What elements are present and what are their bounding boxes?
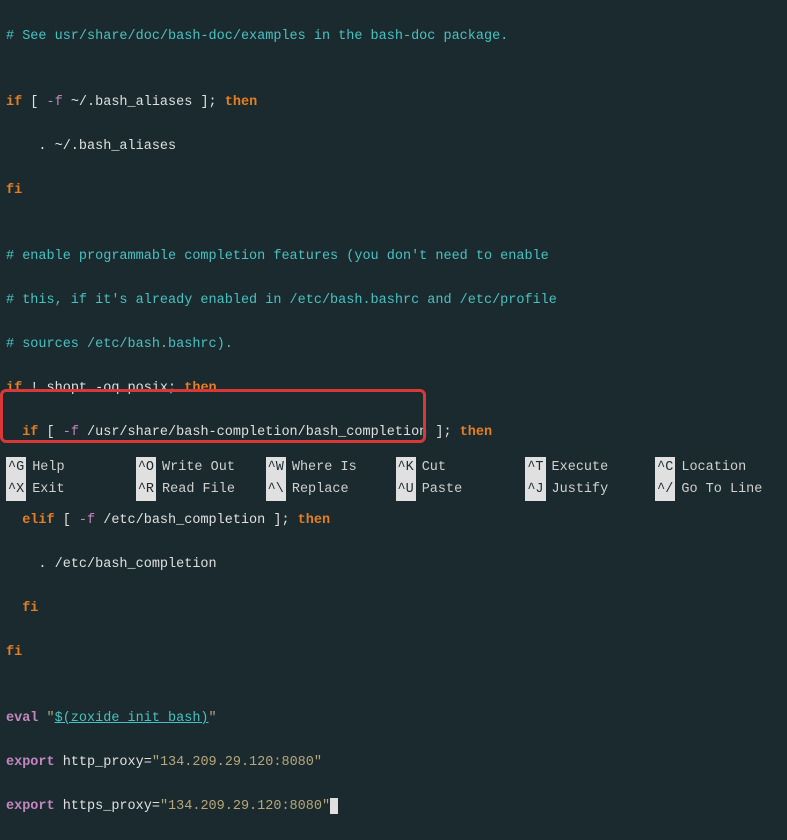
shortcut-replace[interactable]: ^\Replace [266, 479, 392, 501]
shortcut-where-is[interactable]: ^WWhere Is [266, 457, 392, 479]
shortcut-read-file[interactable]: ^RRead File [136, 479, 262, 501]
keyword-export: export [6, 755, 55, 770]
shortcut-exit[interactable]: ^XExit [6, 479, 132, 501]
code-line: # enable programmable completion feature… [6, 246, 781, 268]
keyword-if: if [6, 381, 22, 396]
keyword-then: then [184, 381, 216, 396]
code-line: . ~/.bash_aliases [6, 136, 781, 158]
shortcut-go-to-line[interactable]: ^/Go To Line [655, 479, 781, 501]
shortcut-help[interactable]: ^GHelp [6, 457, 132, 479]
comment: # sources /etc/bash.bashrc). [6, 337, 233, 352]
code-line: # sources /etc/bash.bashrc). [6, 334, 781, 356]
keyword-if: if [6, 95, 22, 110]
keyword-then: then [460, 425, 492, 440]
code-line: elif [ -f /etc/bash_completion ]; then [6, 510, 781, 532]
keyword-then: then [298, 513, 330, 528]
code-line: . /etc/bash_completion [6, 554, 781, 576]
shortcut-write-out[interactable]: ^OWrite Out [136, 457, 262, 479]
keyword-if: if [22, 425, 38, 440]
code-line: eval "$(zoxide init bash)" [6, 708, 781, 730]
code-line: export http_proxy="134.209.29.120:8080" [6, 752, 781, 774]
shortcut-cut[interactable]: ^KCut [396, 457, 522, 479]
keyword-then: then [225, 95, 257, 110]
keyword-elif: elif [22, 513, 54, 528]
comment: # this, if it's already enabled in /etc/… [6, 293, 557, 308]
keyword-eval: eval [6, 711, 38, 726]
comment: # enable programmable completion feature… [6, 249, 549, 264]
shortcut-location[interactable]: ^CLocation [655, 457, 781, 479]
code-line: # See usr/share/doc/bash-doc/examples in… [6, 26, 781, 48]
editor-content[interactable]: # See usr/share/doc/bash-doc/examples in… [0, 0, 787, 840]
code-line: # this, if it's already enabled in /etc/… [6, 290, 781, 312]
comment: # See usr/share/doc/bash-doc/examples in… [6, 29, 508, 44]
code-line: fi [6, 642, 781, 664]
keyword-fi: fi [6, 183, 22, 198]
code-line: fi [6, 598, 781, 620]
shortcut-justify[interactable]: ^JJustify [525, 479, 651, 501]
keyword-fi: fi [6, 645, 22, 660]
code-line: if ! shopt -oq posix; then [6, 378, 781, 400]
code-line: if [ -f /usr/share/bash-completion/bash_… [6, 422, 781, 444]
cursor [330, 798, 338, 814]
code-line: if [ -f ~/.bash_aliases ]; then [6, 92, 781, 114]
code-line: export https_proxy="134.209.29.120:8080" [6, 796, 781, 818]
shortcut-bar: ^GHelp ^OWrite Out ^WWhere Is ^KCut ^TEx… [0, 455, 787, 505]
code-line: fi [6, 180, 781, 202]
shortcut-paste[interactable]: ^UPaste [396, 479, 522, 501]
shortcut-execute[interactable]: ^TExecute [525, 457, 651, 479]
keyword-export: export [6, 799, 55, 814]
keyword-fi: fi [22, 601, 38, 616]
